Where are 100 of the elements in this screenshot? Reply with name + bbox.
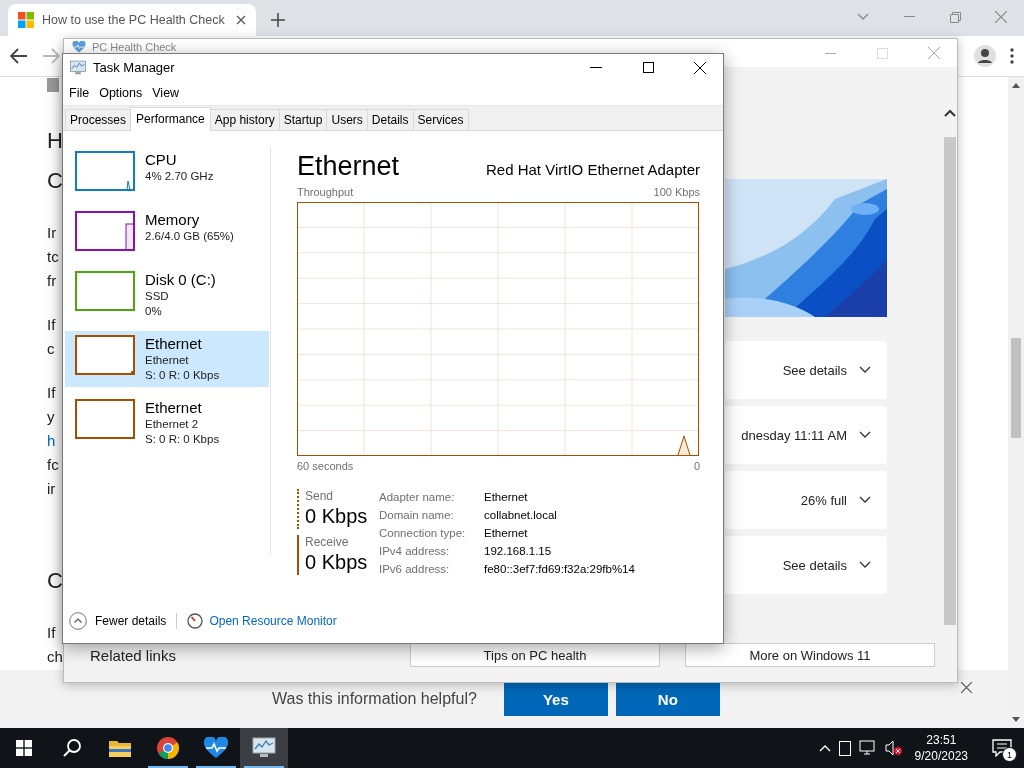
chevron-down-icon	[859, 366, 871, 374]
paragraph-text: fc	[47, 455, 59, 475]
page-heading: C	[47, 167, 63, 195]
time-span-label: 60 seconds	[297, 460, 354, 474]
tab[interactable]: Services	[412, 109, 469, 130]
window-title: Task Manager	[93, 60, 175, 75]
scrollbar[interactable]	[1008, 77, 1024, 728]
monitor-chart-icon	[69, 59, 87, 76]
resource-item[interactable]: Ethernet Ethernet 2 S: 0 R: 0 Kbps	[65, 395, 269, 451]
property-label: IPv4 address:	[379, 544, 451, 559]
close-icon[interactable]	[694, 61, 706, 74]
property-value: 192.168.1.15	[484, 544, 553, 559]
card-text: 26% full	[800, 492, 847, 508]
rate-stat: Send 0 Kbps	[297, 489, 369, 529]
scroll-thumb[interactable]	[1011, 337, 1021, 438]
property-value: Ethernet	[484, 526, 529, 541]
property-value: fe80::3ef7:fd69:f32a:29fb%14	[484, 562, 635, 577]
profile-icon[interactable]	[974, 45, 996, 67]
axis-max-label: 100 Kbps	[653, 186, 700, 200]
scroll-up-icon[interactable]	[944, 109, 956, 117]
menu-item[interactable]: View	[147, 86, 185, 100]
tab[interactable]: Performance	[130, 107, 211, 131]
clock[interactable]: 23:51 9/20/2023	[914, 732, 968, 764]
monitor-chart-icon	[251, 737, 277, 759]
paragraph-text: fr	[47, 271, 57, 291]
notification-button[interactable]: 1	[990, 736, 1014, 760]
page-heading: H	[47, 127, 63, 155]
start-icon[interactable]	[16, 740, 32, 756]
panel-title: Ethernet	[297, 151, 400, 182]
property-label: Adapter name:	[379, 490, 456, 505]
scroll-down-icon[interactable]	[1012, 717, 1020, 722]
plus-icon	[271, 13, 285, 27]
paragraph-text: tc	[47, 247, 59, 267]
chevron-down-icon	[859, 496, 871, 504]
fewer-details-button[interactable]: Fewer details	[69, 612, 167, 630]
info-card[interactable]: See details	[725, 536, 887, 594]
tablet-icon[interactable]	[838, 740, 851, 756]
tab[interactable]: Processes	[65, 109, 132, 130]
card-text: See details	[782, 362, 847, 378]
browser-icon	[156, 736, 180, 760]
info-card[interactable]: See details	[725, 341, 887, 399]
resource-item[interactable]: CPU 4% 2.70 GHz	[65, 147, 269, 199]
info-card[interactable]: 26% full	[725, 471, 887, 529]
section-label: Related links	[90, 646, 177, 664]
resource-item[interactable]: Memory 2.6/4.0 GB (65%)	[65, 207, 269, 259]
chevron-up-circle-icon	[69, 612, 87, 630]
close-icon[interactable]	[236, 15, 246, 25]
menu-item[interactable]: File	[64, 86, 95, 100]
restore-icon[interactable]	[949, 11, 961, 23]
resource-monitor-link[interactable]: Open Resource Monitor	[209, 614, 337, 628]
axis-min-label: 0	[693, 460, 700, 474]
paragraph-text: Ir	[47, 223, 57, 243]
tab[interactable]: App history	[209, 109, 280, 130]
back-arrow-icon[interactable]	[10, 48, 28, 64]
message-icon	[992, 739, 1012, 757]
scroll-thumb[interactable]	[944, 137, 956, 625]
feedback-button[interactable]: Yes	[503, 682, 608, 716]
paragraph-text: y	[47, 407, 55, 427]
minimize-icon[interactable]	[903, 16, 915, 18]
menu-item[interactable]: Options	[94, 86, 148, 100]
link-button[interactable]: Tips on PC health	[410, 643, 660, 667]
scroll-up-icon[interactable]	[1012, 83, 1020, 88]
taskbar-app-button[interactable]	[240, 728, 288, 768]
more-menu-icon[interactable]	[1010, 48, 1014, 64]
card-text: See details	[782, 557, 847, 573]
network-icon[interactable]	[858, 740, 877, 756]
speaker-muted-icon[interactable]	[884, 740, 903, 756]
gauge-icon	[187, 613, 204, 629]
text-link[interactable]: h	[47, 429, 56, 453]
chevron-down-icon	[859, 431, 871, 439]
property-label: IPv6 address:	[379, 562, 451, 577]
close-icon[interactable]	[961, 682, 972, 693]
browser-tab[interactable]: How to use the PC Health Check	[8, 4, 256, 36]
chart-label: Throughput	[297, 186, 354, 200]
resource-item[interactable]: Ethernet Ethernet S: 0 R: 0 Kbps	[65, 331, 269, 387]
chevron-down-icon	[859, 561, 871, 569]
paragraph-text: If	[47, 315, 56, 335]
property-label: Connection type:	[379, 526, 467, 541]
search-icon[interactable]	[62, 738, 82, 758]
paragraph-text: c	[47, 339, 55, 359]
caret-up-icon[interactable]	[818, 744, 831, 752]
paragraph-text: If	[47, 383, 56, 403]
paragraph-text: ch	[47, 647, 63, 667]
tab[interactable]: Startup	[278, 109, 328, 130]
tab-search-icon	[857, 13, 869, 21]
card-text: dnesday 11:11 AM	[741, 427, 847, 443]
link-button[interactable]: More on Windows 11	[685, 643, 935, 667]
resource-item[interactable]: Disk 0 (C:) SSD 0%	[65, 267, 269, 323]
notification-count: 1	[1002, 747, 1017, 762]
property-value: Ethernet	[484, 490, 529, 505]
info-card[interactable]: dnesday 11:11 AM	[725, 406, 887, 464]
window-title: PC Health Check	[92, 41, 177, 53]
feedback-question: Was this information helpful?	[272, 690, 477, 708]
maximize-icon[interactable]	[642, 62, 654, 73]
page-heading: C	[47, 567, 63, 595]
four-squares-icon	[18, 12, 34, 28]
heart-pulse-icon	[203, 737, 229, 759]
feedback-button[interactable]: No	[615, 682, 720, 716]
paragraph-text: ir	[47, 479, 56, 499]
tab-title: How to use the PC Health Check	[42, 13, 226, 27]
